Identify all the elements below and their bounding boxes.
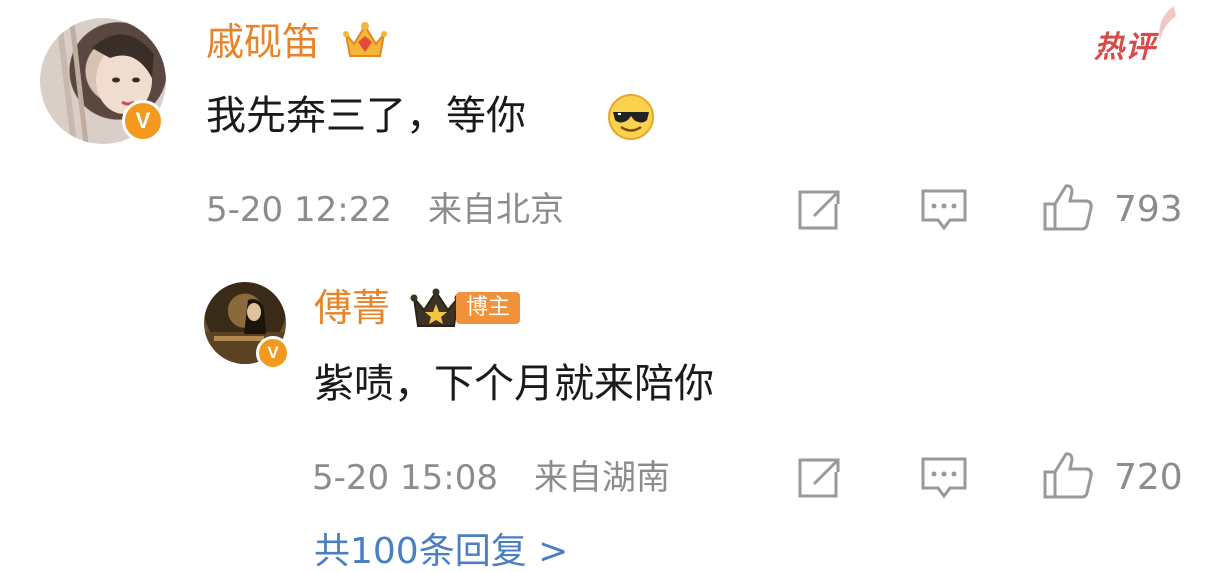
comment-timestamp: 5-20 12:22 <box>206 190 392 230</box>
sunglasses-emoji-icon <box>608 94 654 140</box>
reply-share-icon[interactable] <box>796 456 842 500</box>
blogger-role-tag: 博主 <box>456 292 521 324</box>
commenter-username[interactable]: 戚砚笛 <box>206 20 320 64</box>
comment-location: 来自北京 <box>428 190 564 230</box>
replier-username[interactable]: 傅菁 <box>314 286 390 330</box>
comment-like-count: 793 <box>1114 189 1183 230</box>
reply-text: 紫啧，下个月就来陪你 <box>314 361 714 407</box>
more-replies-link[interactable]: 共100条回复 > <box>314 532 568 572</box>
reply-timestamp: 5-20 15:08 <box>312 458 498 498</box>
reply-comment-icon-2[interactable] <box>920 456 968 500</box>
crown-vip-icon <box>343 22 387 57</box>
verified-badge-icon: V <box>122 100 164 142</box>
crown-level-icon <box>410 288 462 327</box>
reply-like-thumb-icon[interactable] <box>1042 450 1094 500</box>
reply-comment-icon[interactable] <box>920 188 968 232</box>
comment-text: 我先奔三了，等你 <box>206 93 526 139</box>
reply-like-count: 720 <box>1114 457 1183 498</box>
hot-flame-icon <box>1159 6 1176 42</box>
reply-location: 来自湖南 <box>534 458 670 498</box>
share-icon[interactable] <box>796 188 842 232</box>
replier-verified-badge-icon: V <box>256 336 290 370</box>
like-thumb-icon[interactable] <box>1042 182 1094 232</box>
hot-comment-badge: 热评 <box>1094 30 1156 65</box>
